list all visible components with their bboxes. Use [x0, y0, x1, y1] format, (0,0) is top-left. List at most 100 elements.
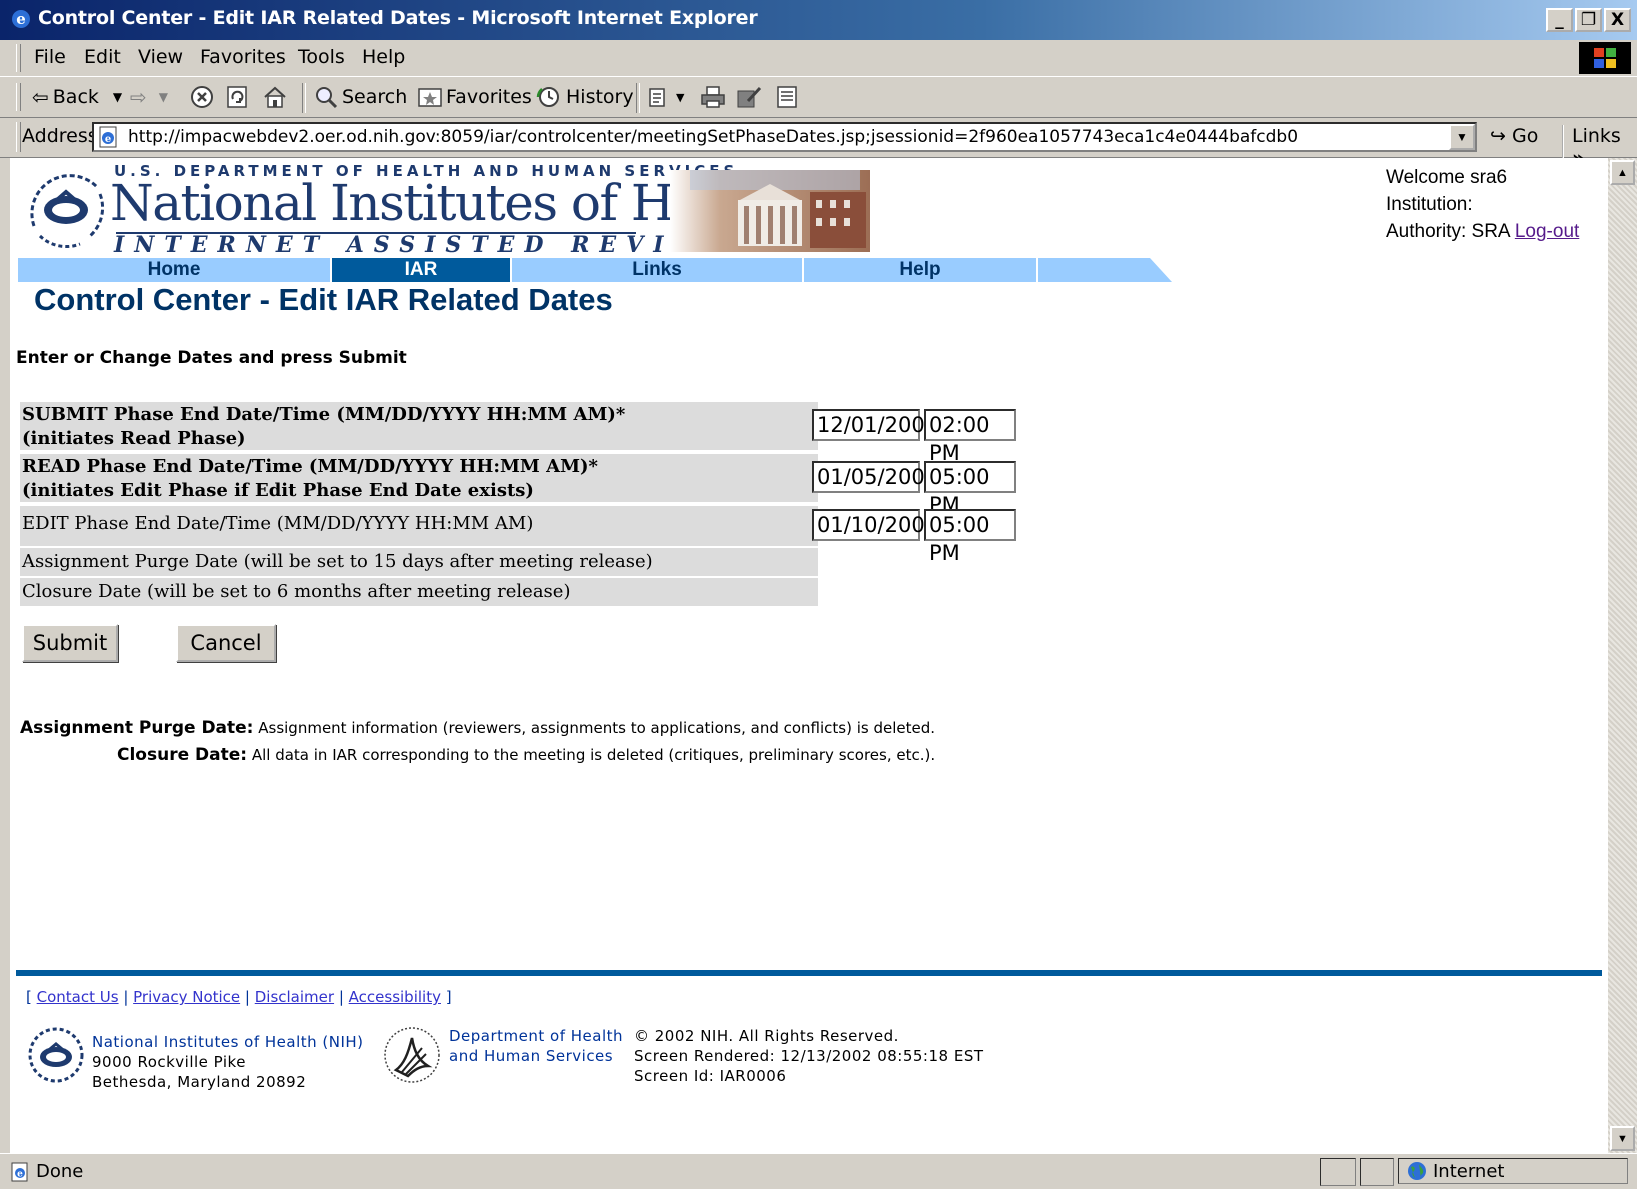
nav-home[interactable]: Home: [18, 258, 330, 282]
search-label: Search: [342, 86, 408, 108]
accessibility-link[interactable]: Accessibility: [349, 988, 441, 1006]
search-icon: [316, 87, 338, 109]
disclaimer-link[interactable]: Disclaimer: [255, 988, 334, 1006]
status-done: e Done: [10, 1161, 83, 1182]
search-button[interactable]: Search: [314, 83, 407, 111]
submit-date-input[interactable]: 12/01/2002: [812, 409, 938, 441]
purge-note-label: Assignment Purge Date:: [20, 718, 254, 738]
minimize-button[interactable]: _: [1546, 8, 1573, 32]
favorites-button[interactable]: Favorites: [418, 83, 532, 111]
status-panel: [1320, 1158, 1356, 1186]
toolbar-grip[interactable]: [16, 44, 21, 72]
iar-heading: INTERNET ASSISTED REVIEW: [114, 232, 736, 258]
refresh-button[interactable]: [226, 83, 248, 111]
nih-seal-icon: [30, 174, 105, 249]
svg-text:e: e: [105, 134, 111, 145]
favorites-icon: [418, 88, 442, 107]
zone-label: Internet: [1433, 1160, 1505, 1182]
print-button[interactable]: [700, 83, 726, 111]
forward-dropdown-icon[interactable]: ▼: [159, 90, 168, 104]
standard-toolbar: ⇦ Back ▼ ⇨ ▼ Search Favorites History ▼: [0, 77, 1637, 118]
scroll-up-icon[interactable]: ▲: [1610, 160, 1635, 185]
closure-note-text: All data in IAR corresponding to the mee…: [247, 746, 936, 764]
footer-links: [ Contact Us | Privacy Notice | Disclaim…: [26, 988, 452, 1006]
read-date-input[interactable]: 01/05/2003: [812, 461, 938, 493]
edit-date-input[interactable]: 01/10/2003: [812, 509, 938, 541]
bracket-open: [: [26, 988, 37, 1006]
submit-phase-row: SUBMIT Phase End Date/Time (MM/DD/YYYY H…: [20, 402, 818, 450]
edit-phase-label: EDIT Phase End Date/Time (MM/DD/YYYY HH:…: [22, 513, 534, 534]
menu-edit[interactable]: Edit: [84, 46, 121, 68]
logout-link[interactable]: Log-out: [1515, 221, 1579, 242]
read-time-input[interactable]: 05:00 PM: [924, 461, 1016, 517]
nih-address: National Institutes of Health (NIH) 9000…: [92, 1032, 364, 1092]
submit-time-input[interactable]: 02:00 PM: [924, 409, 1016, 465]
closure-note-label: Closure Date:: [117, 745, 248, 765]
closure-date-row: Closure Date (will be set to 6 months af…: [20, 578, 818, 606]
toolbar-grip[interactable]: [16, 83, 21, 111]
menu-tools[interactable]: Tools: [298, 46, 345, 68]
toolbar-grip[interactable]: [16, 122, 21, 152]
scroll-down-icon[interactable]: ▼: [1610, 1126, 1635, 1151]
edit-phase-row: EDIT Phase End Date/Time (MM/DD/YYYY HH:…: [20, 506, 818, 546]
back-button[interactable]: ⇦ Back ▼: [32, 83, 122, 111]
go-label: Go: [1511, 125, 1539, 147]
hhs-eagle-icon: [384, 1027, 440, 1083]
authority-line: Authority: SRA Log-out: [1386, 218, 1579, 245]
hhs-name-line2: and Human Services: [449, 1047, 614, 1065]
privacy-notice-link[interactable]: Privacy Notice: [133, 988, 240, 1006]
menu-help[interactable]: Help: [362, 46, 405, 68]
menu-favorites[interactable]: Favorites: [200, 46, 286, 68]
menu-view[interactable]: View: [138, 46, 183, 68]
read-phase-row: READ Phase End Date/Time (MM/DD/YYYY HH:…: [20, 454, 818, 502]
close-button[interactable]: X: [1604, 8, 1631, 32]
back-arrow-icon: ⇦: [32, 85, 49, 109]
address-input[interactable]: e http://impacwebdev2.oer.od.nih.gov:805…: [92, 122, 1477, 152]
link-separator: |: [334, 988, 349, 1006]
svg-text:e: e: [17, 1169, 23, 1179]
address-bar: Address e http://impacwebdev2.oer.od.nih…: [0, 117, 1637, 169]
links-label: Links: [1572, 125, 1621, 147]
globe-icon: [1408, 1162, 1426, 1180]
toolbar-separator: [302, 83, 306, 113]
contact-us-link[interactable]: Contact Us: [37, 988, 119, 1006]
maximize-button[interactable]: ❐: [1575, 8, 1602, 32]
stop-button[interactable]: [190, 83, 214, 111]
vertical-scrollbar[interactable]: ▲ ▼: [1608, 158, 1637, 1153]
history-icon: [536, 87, 559, 107]
purge-note: Assignment Purge Date: Assignment inform…: [20, 718, 935, 738]
forward-arrow-icon: ⇨: [130, 85, 147, 109]
address-dropdown-icon[interactable]: ▼: [1449, 124, 1475, 150]
home-button[interactable]: [262, 83, 288, 111]
submit-button[interactable]: Submit: [22, 624, 118, 662]
instruction-text: Enter or Change Dates and press Submit: [16, 348, 407, 368]
edit-time-input[interactable]: 05:00 PM: [924, 509, 1016, 565]
back-dropdown-icon[interactable]: ▼: [113, 90, 122, 104]
favorites-label: Favorites: [446, 86, 532, 108]
main-nav: Home IAR Links Help: [18, 258, 1172, 282]
authority-text: Authority: SRA: [1386, 221, 1510, 242]
edit-page-button[interactable]: [736, 83, 762, 111]
nih-address-line1: 9000 Rockville Pike: [92, 1053, 246, 1071]
nav-iar[interactable]: IAR: [332, 258, 510, 282]
menu-file[interactable]: File: [34, 46, 66, 68]
cancel-button[interactable]: Cancel: [176, 624, 276, 662]
purge-date-label: Assignment Purge Date (will be set to 15…: [22, 551, 653, 572]
copyright-block: © 2002 NIH. All Rights Reserved. Screen …: [634, 1026, 984, 1086]
mail-button[interactable]: ▼: [648, 83, 684, 111]
go-button[interactable]: ↪ Go: [1490, 125, 1538, 147]
nih-address-line2: Bethesda, Maryland 20892: [92, 1073, 307, 1091]
mail-dropdown-icon[interactable]: ▼: [676, 91, 684, 104]
read-phase-note: (initiates Edit Phase if Edit Phase End …: [22, 480, 534, 501]
nav-links[interactable]: Links: [512, 258, 802, 282]
history-button[interactable]: History: [536, 83, 634, 111]
nav-help[interactable]: Help: [804, 258, 1036, 282]
screen-rendered-text: Screen Rendered: 12/13/2002 08:55:18 EST: [634, 1047, 984, 1065]
stop-icon: [191, 86, 213, 108]
status-text: Done: [36, 1161, 84, 1182]
purge-note-text: Assignment information (reviewers, assig…: [253, 719, 936, 737]
institution-text: Institution:: [1386, 194, 1473, 215]
nih-building-image: [670, 170, 870, 252]
discuss-button[interactable]: [776, 83, 798, 111]
forward-button[interactable]: ⇨ ▼: [130, 83, 168, 111]
